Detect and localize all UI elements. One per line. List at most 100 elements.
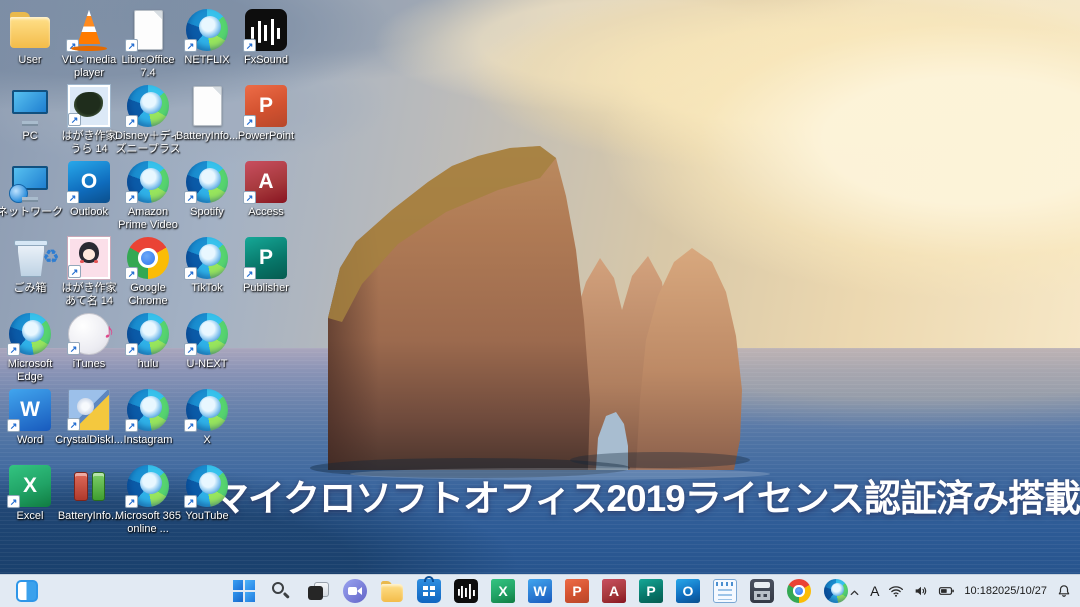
shortcut-arrow-badge: ↗ [125, 115, 138, 128]
widgets-button[interactable] [16, 580, 38, 602]
shortcut-arrow-badge: ↗ [243, 191, 256, 204]
ppt-icon: P↗ [245, 85, 287, 127]
fxsound-taskbar-button[interactable] [454, 579, 478, 603]
outlook-taskbar-button[interactable]: O [676, 579, 700, 603]
battery-icon [68, 465, 110, 507]
desktop-icon-label: X [173, 434, 241, 447]
desktop-icon-label: FxSound [232, 54, 300, 67]
shortcut-arrow-badge: ↗ [125, 495, 138, 508]
shortcut-arrow-badge: ↗ [184, 419, 197, 432]
wifi-icon[interactable] [888, 583, 904, 599]
calculator-taskbar-button[interactable] [750, 579, 774, 603]
powerpoint-taskbar-button[interactable]: P [565, 579, 589, 603]
folder-icon [9, 9, 51, 51]
chrome-taskbar-button[interactable] [787, 579, 811, 603]
taskbar: XWPAPO A [0, 574, 1080, 607]
excel-icon: X↗ [9, 465, 51, 507]
hidden-icons-chevron-icon[interactable] [848, 586, 861, 599]
shortcut-arrow-badge: ↗ [125, 343, 138, 356]
shortcut-arrow-badge: ↗ [243, 39, 256, 52]
shortcut-arrow-badge: ↗ [7, 495, 20, 508]
edge-taskbar-button[interactable] [824, 579, 848, 603]
system-tray: A [848, 575, 1072, 607]
volume-icon[interactable] [913, 583, 929, 599]
crystaldisk-icon: ↗ [68, 389, 110, 431]
word-taskbar-button[interactable]: W [528, 579, 552, 603]
shortcut-arrow-badge: ↗ [67, 342, 80, 355]
access-taskbar-button[interactable]: A [602, 579, 626, 603]
desktop-icon-fxsound[interactable]: ↗ FxSound [230, 9, 302, 67]
desktop-icon-u-next[interactable]: ↗U-NEXT [171, 313, 243, 371]
edge-icon: ↗ [127, 465, 169, 507]
notepad-taskbar-button[interactable] [713, 579, 737, 603]
access-icon: A↗ [245, 161, 287, 203]
edge-icon: ↗ [186, 465, 228, 507]
edge-icon: ↗ [127, 161, 169, 203]
desktop-icon-label: Publisher [232, 282, 300, 295]
doc-icon: ↗ [127, 9, 169, 51]
chat-taskbar-button[interactable] [343, 579, 367, 603]
notification-bell-icon[interactable] [1056, 583, 1072, 599]
edge-icon: ↗ [127, 389, 169, 431]
shortcut-arrow-badge: ↗ [68, 113, 81, 126]
microsoft-store-taskbar-button[interactable] [417, 579, 441, 603]
edge-icon: ↗ [127, 313, 169, 355]
desktop-icon-youtube[interactable]: ↗ YouTube [171, 465, 243, 523]
shortcut-arrow-badge: ↗ [184, 267, 197, 280]
stamp-dark-icon: ↗ [68, 85, 110, 127]
desktop-icon-label: YouTube [173, 510, 241, 523]
clock-date: 2025/10/27 [992, 585, 1047, 598]
desktop-icon-label: PowerPoint [232, 130, 300, 143]
shortcut-arrow-badge: ↗ [184, 39, 197, 52]
shortcut-arrow-badge: ↗ [125, 191, 138, 204]
task-view-taskbar-button[interactable] [306, 579, 330, 603]
shortcut-arrow-badge: ↗ [184, 191, 197, 204]
shortcut-arrow-badge: ↗ [125, 267, 138, 280]
doc-icon [186, 85, 228, 127]
shortcut-arrow-badge: ↗ [184, 343, 197, 356]
start-taskbar-button[interactable] [232, 579, 256, 603]
edge-icon: ↗ [186, 161, 228, 203]
fxsound-icon: ↗ [245, 9, 287, 51]
edge-icon: ↗ [127, 85, 169, 127]
shortcut-arrow-badge: ↗ [184, 495, 197, 508]
globe-icon [9, 184, 28, 203]
battery-icon[interactable] [938, 583, 955, 599]
search-taskbar-button[interactable] [269, 579, 293, 603]
publisher-icon: P↗ [245, 237, 287, 279]
edge-icon: ↗ [9, 313, 51, 355]
shortcut-arrow-badge: ↗ [125, 39, 138, 52]
edge-icon: ↗ [186, 9, 228, 51]
clock-time: 10:18 [964, 585, 992, 598]
edge-icon: ↗ [186, 389, 228, 431]
edge-icon: ↗ [186, 313, 228, 355]
word-icon: W↗ [9, 389, 51, 431]
desktop-icon-grid: User↗VLC media player↗LibreOffice 7.4↗NE… [0, 0, 1080, 607]
shortcut-arrow-badge: ↗ [67, 418, 80, 431]
publisher-taskbar-button[interactable]: P [639, 579, 663, 603]
shortcut-arrow-badge: ↗ [7, 419, 20, 432]
bin-icon: ♻ [9, 237, 51, 279]
file-explorer-taskbar-button[interactable] [380, 579, 404, 603]
chrome-icon: ↗ [127, 237, 169, 279]
ime-indicator[interactable]: A [870, 583, 879, 599]
shortcut-arrow-badge: ↗ [243, 267, 256, 280]
shortcut-arrow-badge: ↗ [66, 191, 79, 204]
network-icon [9, 161, 51, 203]
shortcut-arrow-badge: ↗ [243, 115, 256, 128]
desktop-icon-publisher[interactable]: P↗ Publisher [230, 237, 302, 295]
desktop-icon-x[interactable]: ↗X [171, 389, 243, 447]
edge-icon: ↗ [186, 237, 228, 279]
outlook-icon: O↗ [68, 161, 110, 203]
shortcut-arrow-badge: ↗ [66, 39, 79, 52]
desktop-icon-access[interactable]: A↗ Access [230, 161, 302, 219]
desktop-icon-label: Access [232, 206, 300, 219]
desktop-icon-powerpoint[interactable]: P↗ PowerPoint [230, 85, 302, 143]
shortcut-arrow-badge: ↗ [7, 343, 20, 356]
excel-taskbar-button[interactable]: X [491, 579, 515, 603]
stamp-girl-icon: ↗ [68, 237, 110, 279]
vlc-icon: ↗ [68, 9, 110, 51]
taskbar-clock[interactable]: 10:18 2025/10/27 [964, 585, 1047, 598]
shortcut-arrow-badge: ↗ [125, 419, 138, 432]
itunes-icon: ♪↗ [68, 313, 110, 355]
